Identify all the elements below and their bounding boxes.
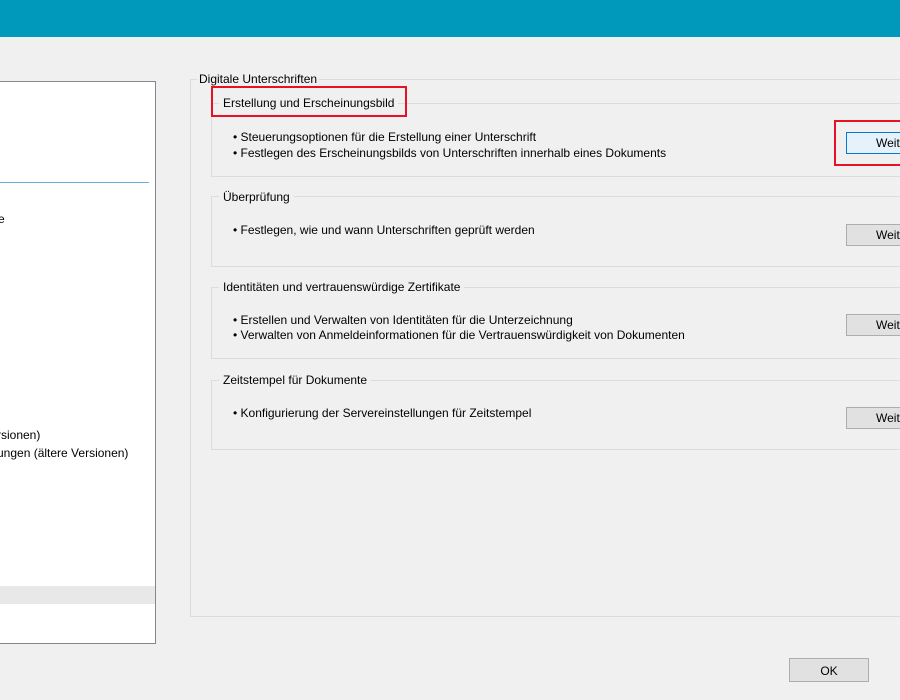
bullet-text: • Steuerungsoptionen für die Erstellung … <box>233 130 537 144</box>
category-item[interactable]: e <box>0 212 5 226</box>
bullet-text: • Verwalten von Anmeldeinformationen für… <box>233 328 685 342</box>
section-title-creation-appearance: Erstellung und Erscheinungsbild <box>219 96 399 110</box>
bullet-text: • Konfigurierung der Servereinstellungen… <box>233 406 532 420</box>
list-separator <box>0 182 149 183</box>
window-titlebar <box>0 0 900 37</box>
bullet-text: • Festlegen, wie und wann Unterschriften… <box>233 223 535 237</box>
bullet-text: • Erstellen und Verwalten von Identitäte… <box>233 313 573 327</box>
section-title-timestamps: Zeitstempel für Dokumente <box>219 373 372 387</box>
identities-certificates-more-button[interactable]: Weit <box>846 314 900 336</box>
ok-button[interactable]: OK <box>789 658 869 682</box>
category-item-selected[interactable] <box>0 586 155 604</box>
section-title-identities-certificates: Identitäten und vertrauenswürdige Zertif… <box>219 280 465 294</box>
verification-more-button[interactable]: Weit <box>846 224 900 246</box>
creation-appearance-more-button[interactable]: Weit <box>846 132 900 154</box>
category-item[interactable]: ungen (ältere Versionen) <box>0 446 128 460</box>
bullet-text: • Festlegen des Erscheinungsbilds von Un… <box>233 146 667 160</box>
category-list[interactable]: e rsionen) ungen (ältere Versionen) <box>0 81 156 644</box>
group-title: Digitale Unterschriften <box>197 72 320 86</box>
category-item[interactable]: rsionen) <box>0 428 40 442</box>
timestamps-more-button[interactable]: Weit <box>846 407 900 429</box>
section-title-verification: Überprüfung <box>219 190 294 204</box>
